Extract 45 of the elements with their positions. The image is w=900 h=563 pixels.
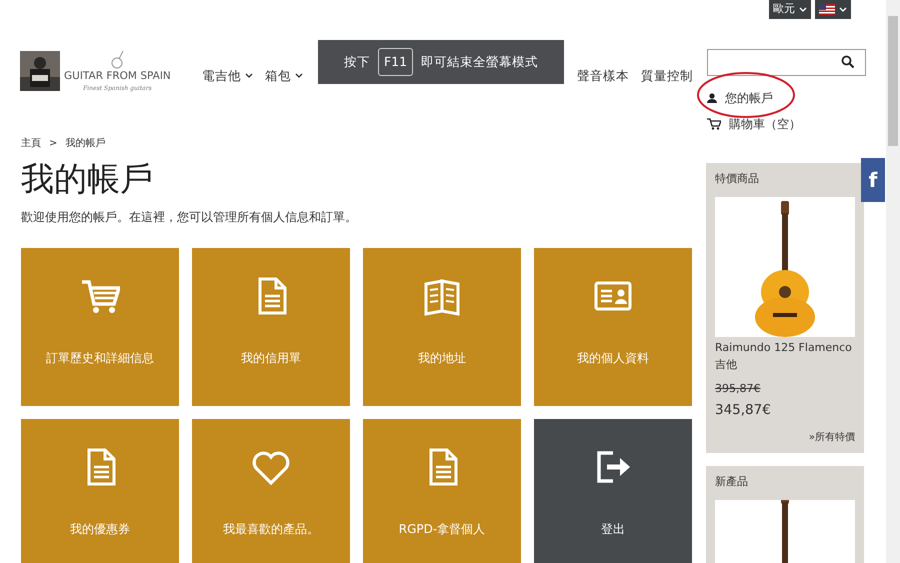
facebook-button[interactable]: f (861, 158, 885, 202)
nav-link[interactable]: 電吉他 (202, 66, 253, 86)
tile-label: RGPD-拿督個人 (398, 521, 486, 538)
breadcrumb-separator: > (49, 136, 58, 150)
tile-label: 我的地址 (418, 350, 466, 368)
product-name: Raimundo 125 Flamenco吉他 (715, 340, 853, 372)
tile-label: 登出 (601, 521, 625, 538)
caret-icon (799, 6, 807, 13)
price: 345,87€ (715, 400, 772, 420)
tile-label: 我的信用單 (241, 350, 301, 368)
search-field[interactable] (707, 48, 866, 76)
cart-label: 購物車（空） (729, 116, 801, 132)
tile-label: 我的個人資料 (577, 350, 649, 368)
tile-label: 我最喜歡的產品。 (223, 521, 319, 538)
flag-icon (819, 4, 835, 15)
nav-link[interactable]: 質量控制 (641, 66, 693, 86)
account-label: 您的帳戶 (725, 90, 773, 106)
guitar-icon (110, 48, 124, 68)
book-icon (422, 276, 462, 316)
all-specials-link[interactable]: »所有特價 (808, 430, 855, 445)
intro-text: 歡迎使用您的帳戶。在這裡，您可以管理所有個人信息和訂單。 (21, 209, 358, 226)
caret-icon (839, 6, 847, 13)
notice-text: 即可結束全螢幕模式 (421, 52, 538, 71)
cart-icon (707, 118, 721, 130)
old-price: 395,87€ (715, 381, 762, 397)
scrollbar-thumb[interactable] (888, 16, 898, 146)
language-selector[interactable] (815, 0, 851, 18)
currency-selector[interactable]: 歐元 (769, 0, 811, 18)
account-tile[interactable]: 登出 (534, 419, 692, 563)
key-label: F11 (378, 48, 414, 76)
breadcrumb-current: 我的帳戶 (65, 136, 106, 150)
panel-title: 新產品 (715, 474, 749, 490)
nav-link[interactable]: 聲音樣本 (577, 66, 629, 86)
cart-link[interactable]: 購物車（空） (707, 114, 866, 132)
tile-label: 我的優惠券 (70, 521, 130, 538)
breadcrumb-link[interactable]: 主頁 (21, 136, 41, 150)
nav-link[interactable]: 箱包 (265, 66, 303, 86)
page-title: 我的帳戶 (21, 158, 154, 198)
account-link[interactable]: 您的帳戶 (707, 88, 866, 106)
search-icon (841, 55, 855, 69)
logo-text: GUITAR FROM SPAIN (64, 68, 171, 84)
user-icon (707, 92, 717, 102)
panel-title: 特價商品 (715, 170, 760, 186)
tile-label: 訂單歷史和詳細信息 (46, 350, 154, 368)
notice-text: 按下 (344, 52, 370, 71)
